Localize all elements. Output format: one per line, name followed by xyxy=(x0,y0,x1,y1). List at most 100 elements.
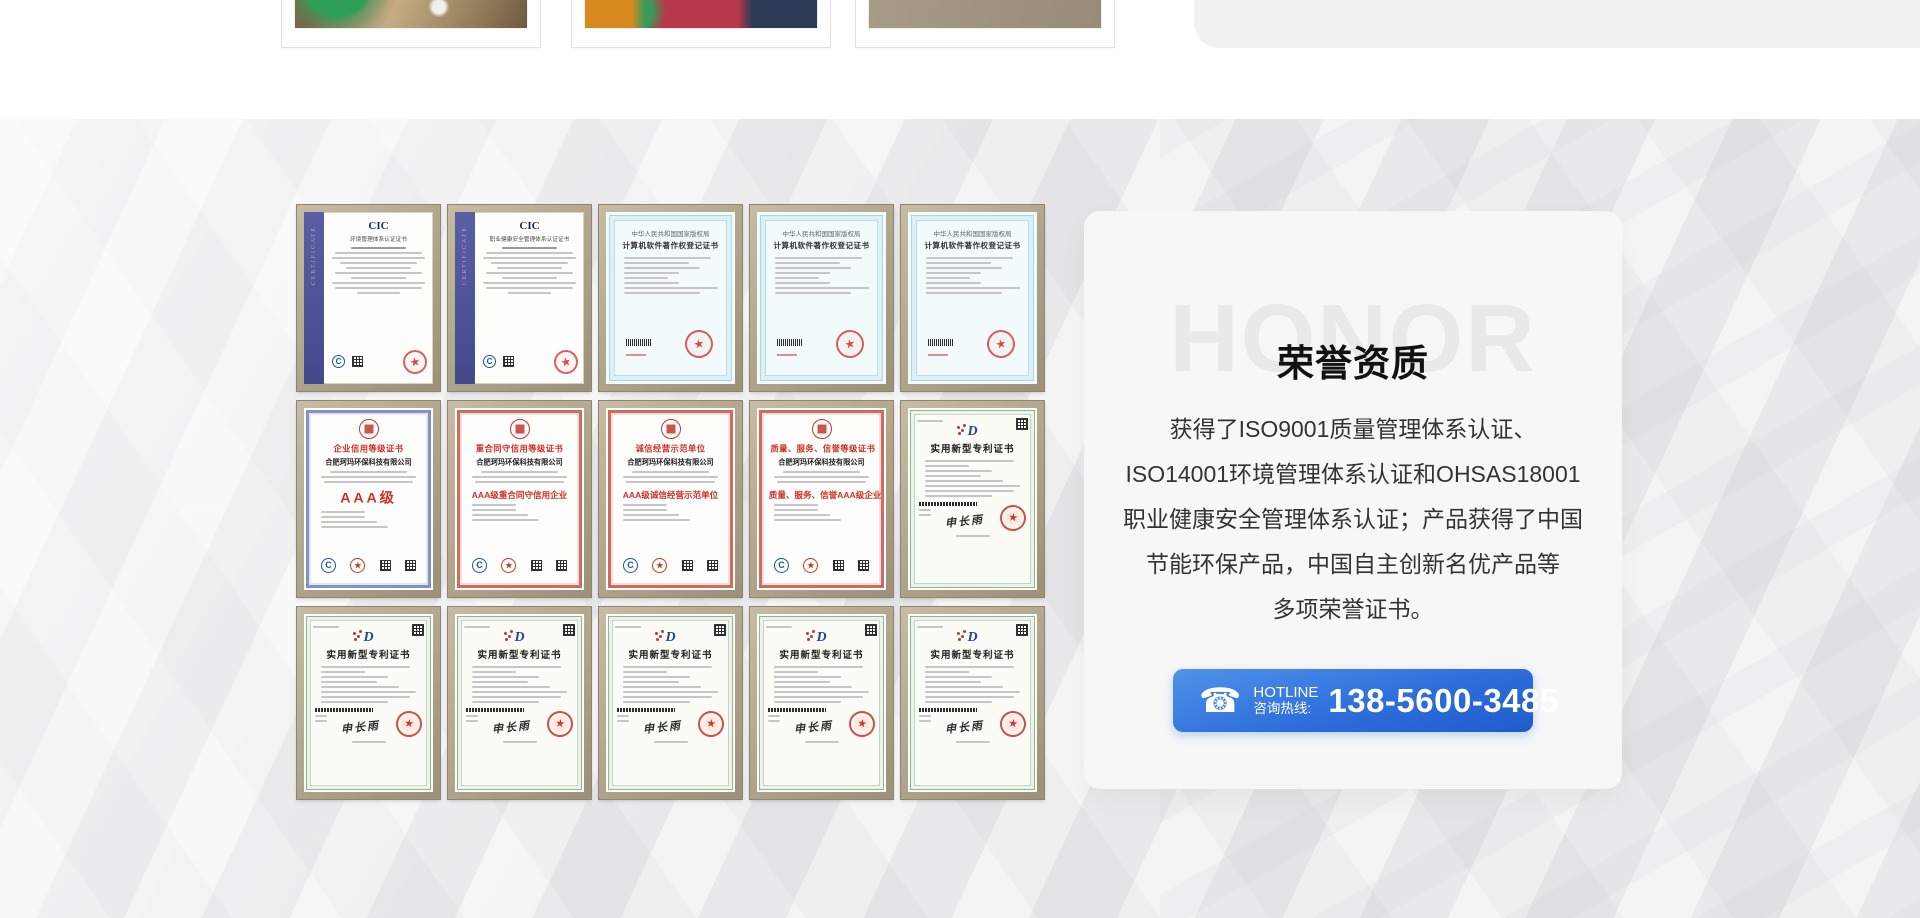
cnipa-logo-icon: D xyxy=(313,630,424,646)
director-signature: 申长雨 xyxy=(944,717,984,737)
issuing-authority: 中华人民共和国国家版权局 xyxy=(616,228,725,238)
honor-description: 获得了ISO9001质量管理体系认证、 ISO14001环境管理体系认证和OHS… xyxy=(1114,407,1592,632)
certification-logo-icon: C xyxy=(321,558,336,573)
qr-code-icon xyxy=(707,560,718,571)
registration-number xyxy=(928,354,948,356)
red-star-seal-icon: ★ xyxy=(682,327,715,360)
page: CERTIFICATE CIC 环境管理体系认证证书 C ★ CERTIFICA… xyxy=(0,0,1920,918)
barcode-icon xyxy=(928,339,954,346)
certificate-title: 诚信经营示范单位 xyxy=(619,443,721,455)
honor-section: CERTIFICATE CIC 环境管理体系认证证书 C ★ CERTIFICA… xyxy=(0,119,1920,918)
barcode-icon xyxy=(777,339,803,346)
star-logo-icon: ★ xyxy=(350,558,365,573)
barcode-icon xyxy=(315,708,373,712)
director-signature: 申长雨 xyxy=(491,717,531,737)
certificate-utility-patent: D 实用新型专利证书 申长雨 ★ xyxy=(599,607,742,799)
award-grade: AAA级 xyxy=(316,488,421,508)
phone-icon: ☎ xyxy=(1199,684,1241,718)
issuing-authority: 中华人民共和国国家版权局 xyxy=(918,228,1027,238)
certificate-title: 质量、服务、信誉等级证书 xyxy=(770,443,872,455)
national-emblem-seal-icon: ★ xyxy=(998,709,1027,738)
qr-code-icon xyxy=(405,560,416,571)
certificate-title: 实用新型专利证书 xyxy=(917,647,1028,661)
photo-card-1[interactable] xyxy=(281,0,541,48)
cic-accreditation-icon: C xyxy=(483,355,496,368)
certificate-utility-patent: D 实用新型专利证书 申长雨 ★ xyxy=(448,607,591,799)
director-signature: 申长雨 xyxy=(642,717,682,737)
hotline-button[interactable]: ☎ HOTLINE 咨询热线: 138-5600-3485 xyxy=(1173,669,1533,732)
qr-code-icon xyxy=(833,560,844,571)
national-emblem-seal-icon: ★ xyxy=(847,709,876,738)
certificate-title: 环境管理体系认证证书 xyxy=(327,234,431,243)
honor-card: HONOR 荣誉资质 获得了ISO9001质量管理体系认证、 ISO14001环… xyxy=(1084,211,1622,789)
certificate-title: 企业信用等级证书 xyxy=(317,443,419,455)
certificate-title: 实用新型专利证书 xyxy=(917,441,1028,455)
certification-logo-icon: C xyxy=(472,558,487,573)
certificate-title: 实用新型专利证书 xyxy=(464,647,575,661)
certificate-title: 实用新型专利证书 xyxy=(313,647,424,661)
issuing-authority: 中华人民共和国国家版权局 xyxy=(767,228,876,238)
red-star-seal-icon: ★ xyxy=(552,348,580,376)
qr-code-icon xyxy=(682,560,693,571)
red-star-seal-icon: ★ xyxy=(401,348,429,376)
national-emblem-seal-icon: ★ xyxy=(696,709,725,738)
certificate-utility-patent: D 实用新型专利证书 申长雨 ★ xyxy=(297,607,440,799)
certificate-software-copyright: 中华人民共和国国家版权局 计算机软件著作权登记证书 ★ xyxy=(750,205,893,391)
construction-photo-3 xyxy=(868,0,1102,29)
award-grade: 质量、服务、信誉AAA级企业 xyxy=(769,488,874,500)
certificate-title: 计算机软件著作权登记证书 xyxy=(767,240,876,251)
photo-card-3[interactable] xyxy=(855,0,1115,48)
barcode-icon xyxy=(768,708,826,712)
certification-logo-icon: C xyxy=(623,558,638,573)
construction-photo-1 xyxy=(294,0,528,29)
barcode-icon xyxy=(919,708,977,712)
certificate-cic: CERTIFICATE CIC 职业健康安全管理体系认证证书 C ★ xyxy=(448,205,591,391)
barcode-icon xyxy=(466,708,524,712)
company-name: 合肥珂玛环保科技有限公司 xyxy=(319,458,419,468)
qr-code-icon xyxy=(556,560,567,571)
top-strip xyxy=(0,0,1920,119)
cnipa-logo-icon: D xyxy=(464,630,575,646)
certificate-software-copyright: 中华人民共和国国家版权局 计算机软件著作权登记证书 ★ xyxy=(599,205,742,391)
certificate-credit-rating: 质量、服务、信誉等级证书 合肥珂玛环保科技有限公司 质量、服务、信誉AAA级企业… xyxy=(750,401,893,597)
director-signature: 申长雨 xyxy=(944,511,984,531)
certificate-title: 职业健康安全管理体系认证证书 xyxy=(478,234,582,243)
top-right-panel xyxy=(1194,0,1920,48)
red-emblem-icon xyxy=(812,419,832,439)
qr-code-icon xyxy=(503,356,514,367)
star-logo-icon: ★ xyxy=(803,558,818,573)
company-name: 合肥珂玛环保科技有限公司 xyxy=(470,458,570,468)
qr-code-icon xyxy=(531,560,542,571)
barcode-icon xyxy=(626,339,652,346)
photo-card-2[interactable] xyxy=(571,0,831,48)
certificate-credit-rating: 重合同守信用等级证书 合肥珂玛环保科技有限公司 AAA级重合同守信用企业 C ★ xyxy=(448,401,591,597)
certificate-utility-patent: D 实用新型专利证书 申长雨 ★ xyxy=(901,607,1044,799)
certificate-title: 计算机软件著作权登记证书 xyxy=(616,240,725,251)
certification-logo-icon: C xyxy=(774,558,789,573)
cnipa-logo-icon: D xyxy=(917,630,1028,646)
national-emblem-seal-icon: ★ xyxy=(545,709,574,738)
national-emblem-seal-icon: ★ xyxy=(998,503,1027,532)
hotline-label-en: HOTLINE xyxy=(1253,684,1318,701)
hotline-number: 138-5600-3485 xyxy=(1328,682,1558,720)
cnipa-logo-icon: D xyxy=(615,630,726,646)
cic-accreditation-icon: C xyxy=(332,355,345,368)
certificate-title: 计算机软件著作权登记证书 xyxy=(918,240,1027,251)
national-emblem-seal-icon: ★ xyxy=(394,709,423,738)
certificate-utility-patent: D 实用新型专利证书 申长雨 ★ xyxy=(750,607,893,799)
company-name: 合肥珂玛环保科技有限公司 xyxy=(772,458,872,468)
certificate-credit-rating: 诚信经营示范单位 合肥珂玛环保科技有限公司 AAA级诚信经营示范单位 C ★ xyxy=(599,401,742,597)
red-emblem-icon xyxy=(661,419,681,439)
cnipa-logo-icon: D xyxy=(766,630,877,646)
red-emblem-icon xyxy=(510,419,530,439)
certificate-utility-patent: D 实用新型专利证书 申长雨 ★ xyxy=(901,401,1044,597)
star-logo-icon: ★ xyxy=(501,558,516,573)
barcode-icon xyxy=(617,708,675,712)
red-star-seal-icon: ★ xyxy=(984,327,1017,360)
red-emblem-icon xyxy=(359,419,379,439)
qr-code-icon xyxy=(380,560,391,571)
award-grade: AAA级重合同守信用企业 xyxy=(467,488,572,500)
cic-logo: CIC xyxy=(324,220,433,232)
barcode-icon xyxy=(919,502,977,506)
cic-logo: CIC xyxy=(475,220,584,232)
